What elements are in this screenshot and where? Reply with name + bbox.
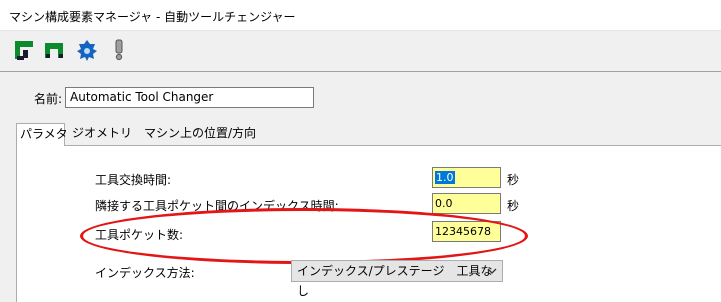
index-method-dropdown[interactable]: インデックス/プレステージ 工具なし xyxy=(291,260,503,298)
name-field[interactable]: Automatic Tool Changer xyxy=(65,87,314,108)
tool-change-time-value: 1.0 xyxy=(435,171,455,184)
tab-geometry[interactable]: ジオメトリ xyxy=(69,125,135,144)
window-title: マシン構成要素マネージャ - 自動ツールチェンジャー xyxy=(9,10,296,24)
tab-position-orientation[interactable]: マシン上の位置/方向 xyxy=(141,125,259,144)
tab-parameters[interactable]: パラメタ xyxy=(16,123,68,146)
tool-change-time-label: 工具交換時間: xyxy=(95,173,172,187)
toolbar xyxy=(0,31,721,71)
name-label: 名前: xyxy=(34,92,63,106)
bridge-green-icon[interactable] xyxy=(43,39,65,61)
index-method-label: インデックス方法: xyxy=(95,266,195,280)
index-time-unit: 秒 xyxy=(507,199,520,213)
chevron-down-icon xyxy=(487,268,497,274)
tool-change-time-unit: 秒 xyxy=(507,173,520,187)
index-time-field[interactable]: 0.0 xyxy=(432,193,501,214)
annotation-circle xyxy=(80,208,528,264)
exclamation-icon[interactable] xyxy=(108,39,130,61)
gear-blue-icon[interactable] xyxy=(76,39,98,61)
gantry-green-icon[interactable] xyxy=(13,39,35,61)
title-bar: マシン構成要素マネージャ - 自動ツールチェンジャー xyxy=(0,0,721,31)
tool-change-time-field[interactable]: 1.0 xyxy=(432,167,501,188)
